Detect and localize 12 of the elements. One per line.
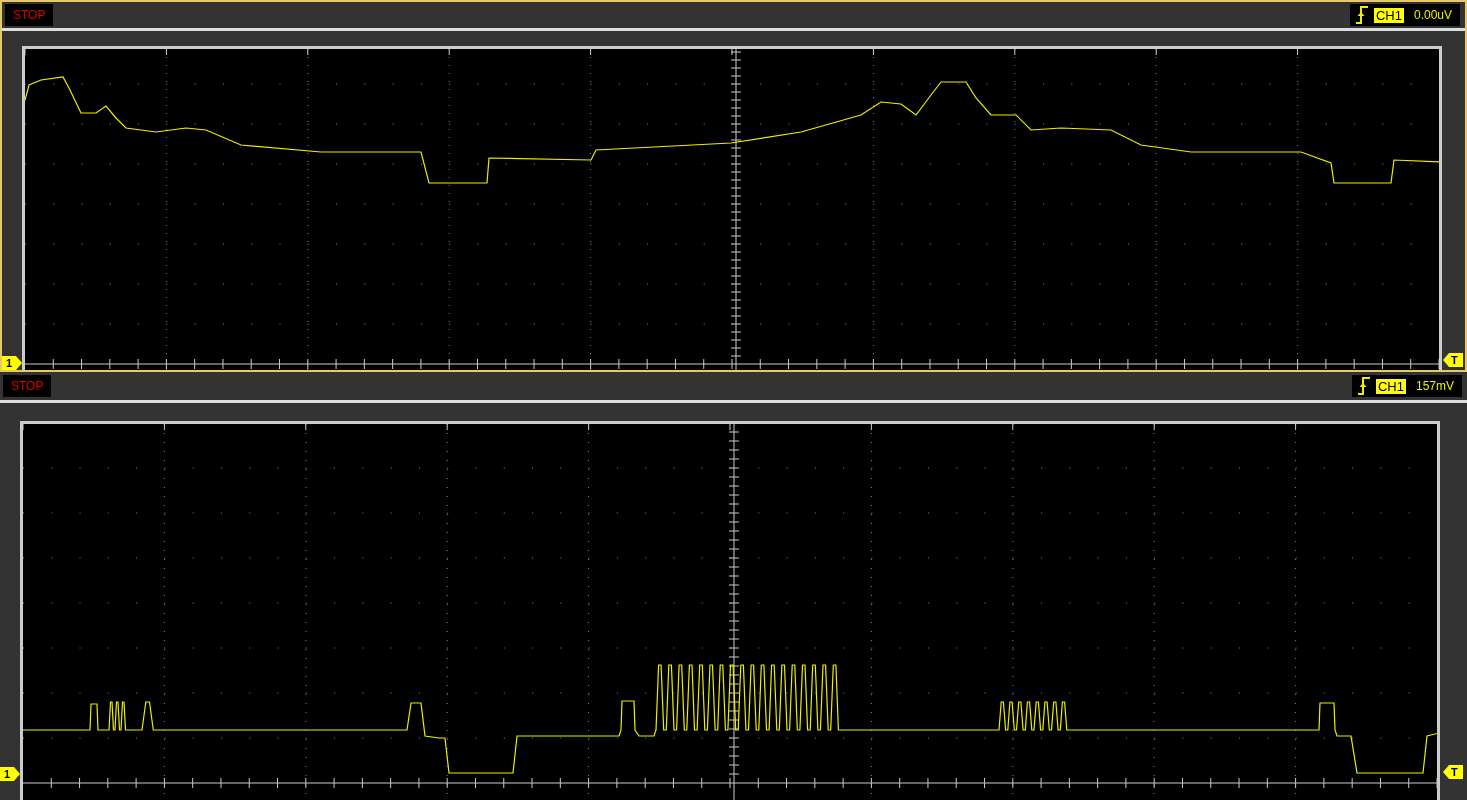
- trigger-marker[interactable]: T: [1443, 765, 1463, 779]
- rising-edge-icon: [1357, 377, 1370, 395]
- trigger-marker[interactable]: T: [1443, 353, 1463, 367]
- channel-marker[interactable]: 1: [0, 767, 20, 781]
- channel-badge: CH1: [1373, 7, 1404, 23]
- trigger-level: 157mV: [1415, 379, 1454, 393]
- rising-edge-icon: [1355, 6, 1368, 24]
- trigger-level: 0.00uV: [1413, 8, 1452, 22]
- channel-badge: CH1: [1375, 378, 1406, 394]
- status-label: STOP: [5, 4, 54, 26]
- channel-marker[interactable]: 1: [2, 356, 22, 370]
- status-label: STOP: [3, 375, 52, 397]
